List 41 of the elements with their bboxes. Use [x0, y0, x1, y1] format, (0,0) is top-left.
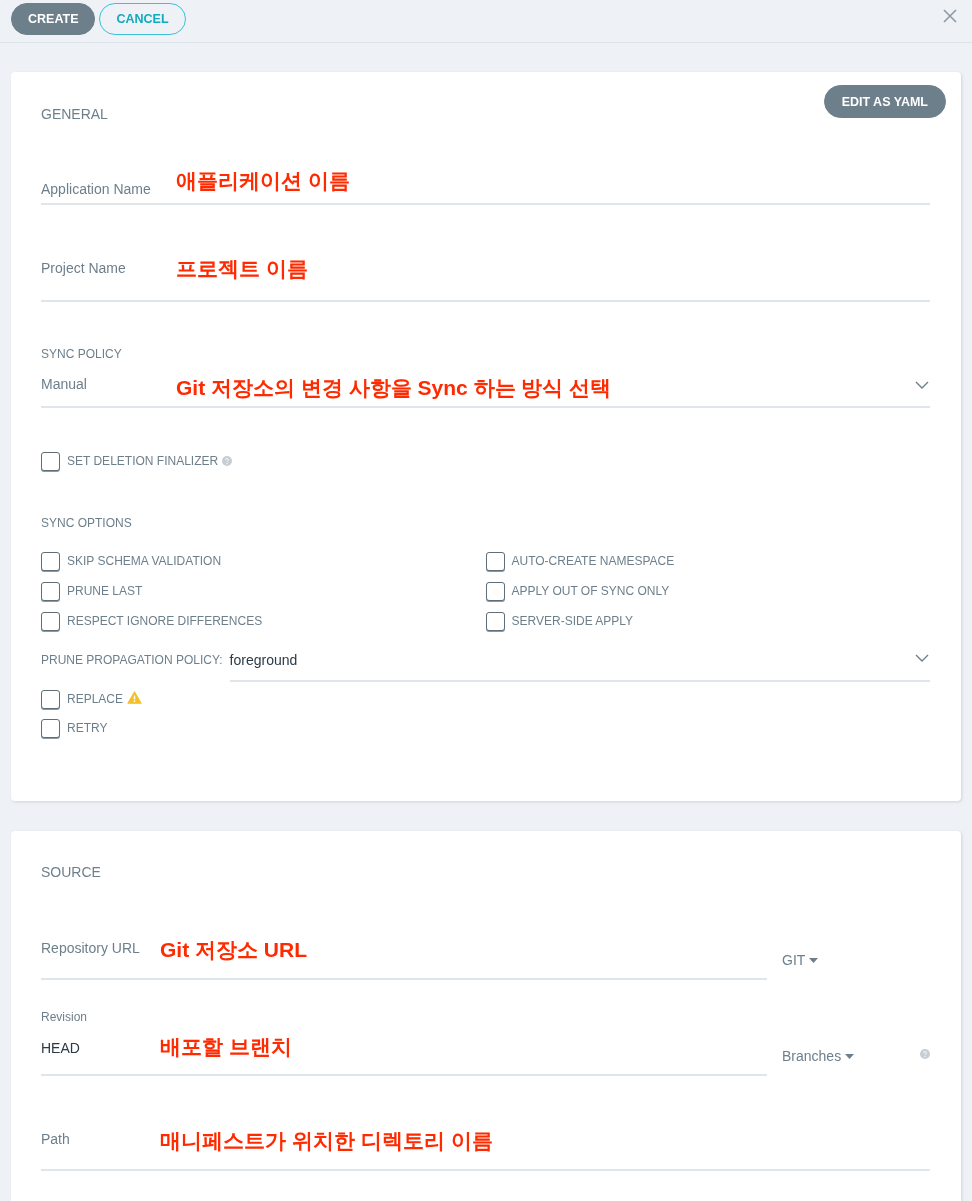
checkbox-label: PRUNE LAST — [67, 583, 143, 599]
checkbox[interactable] — [485, 611, 505, 631]
source-type-dropdown[interactable]: GIT — [782, 952, 819, 968]
create-button[interactable]: CREATE — [11, 3, 96, 35]
checkbox-label: SET DELETION FINALIZER — [67, 453, 219, 469]
checkbox[interactable] — [41, 581, 60, 601]
annotation-text: 배포할 브랜치 — [160, 1034, 292, 1060]
annotation-text: 애플리케이션 이름 — [176, 168, 350, 194]
checkbox-label: RETRY — [67, 720, 108, 736]
close-icon[interactable] — [943, 9, 957, 23]
checkbox-label: AUTO-CREATE NAMESPACE — [511, 553, 675, 569]
checkbox[interactable] — [41, 551, 60, 571]
checkbox[interactable] — [485, 581, 505, 601]
field-label: PRUNE PROPAGATION POLICY: — [41, 652, 223, 669]
checkbox[interactable] — [485, 551, 505, 571]
checkbox[interactable] — [41, 451, 60, 471]
section-title: SOURCE — [41, 864, 102, 880]
caret-down-icon — [845, 1053, 855, 1059]
checkbox[interactable] — [41, 689, 60, 709]
section-title: GENERAL — [41, 106, 108, 122]
checkbox-label: APPLY OUT OF SYNC ONLY — [511, 583, 670, 599]
field-label: Revision — [41, 1010, 89, 1025]
chevron-down-icon[interactable] — [915, 654, 929, 662]
checkbox-label: REPLACE — [67, 691, 124, 707]
annotation-text: Git 저장소 URL — [160, 937, 307, 963]
warning-icon — [127, 690, 143, 704]
annotation-text: 매니페스트가 위치한 디렉토리 이름 — [160, 1128, 493, 1154]
chevron-down-icon[interactable] — [915, 380, 929, 389]
section-label: SYNC OPTIONS — [41, 516, 133, 531]
checkbox-label: SKIP SCHEMA VALIDATION — [67, 553, 222, 569]
annotation-text: 프로젝트 이름 — [176, 256, 308, 282]
edit-as-yaml-button[interactable]: EDIT AS YAML — [823, 85, 946, 118]
field-label: SYNC POLICY — [41, 347, 123, 362]
checkbox[interactable] — [41, 718, 60, 738]
source-type-dropdown[interactable]: Branches — [782, 1048, 855, 1064]
annotation-text: Git 저장소의 변경 사항을 Sync 하는 방식 선택 — [176, 375, 612, 401]
checkbox-label: SERVER-SIDE APPLY — [511, 613, 634, 629]
propagation-policy-select[interactable]: foreground — [229, 648, 930, 682]
caret-down-icon — [809, 957, 819, 963]
checkbox-label: RESPECT IGNORE DIFFERENCES — [67, 613, 263, 629]
checkbox[interactable] — [41, 611, 60, 631]
